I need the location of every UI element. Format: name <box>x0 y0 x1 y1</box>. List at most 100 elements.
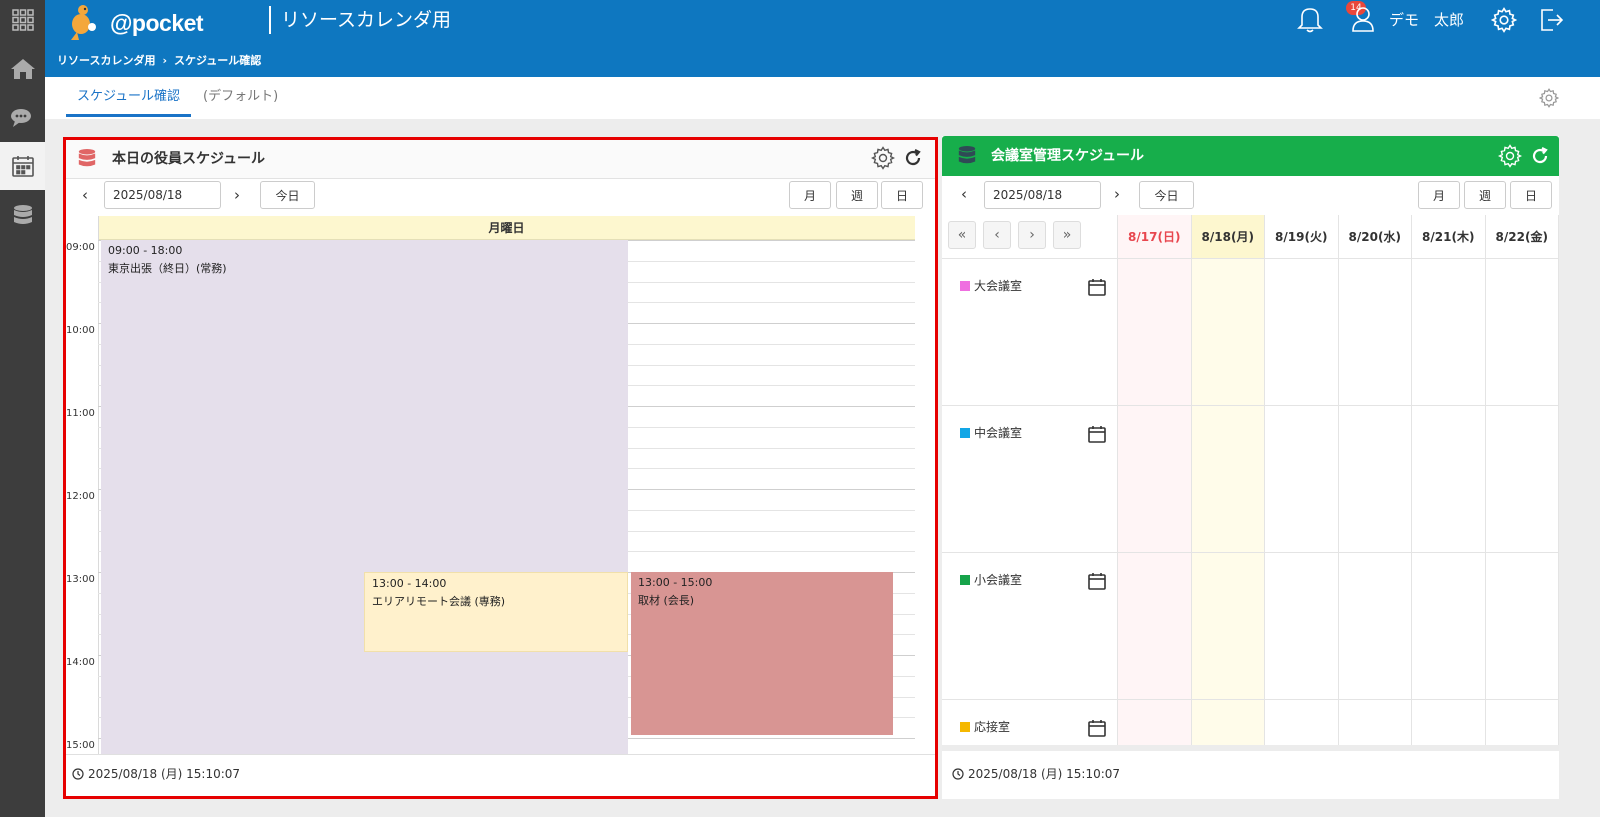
chat-icon[interactable] <box>0 94 45 142</box>
event-block[interactable]: 13:00 - 14:00 エリアリモート会議 (専務) <box>364 572 628 652</box>
schedule-cell[interactable] <box>1338 406 1412 553</box>
next-button[interactable]: › <box>1114 185 1120 203</box>
schedule-cell[interactable] <box>1338 553 1412 700</box>
room-label: 応接室 <box>960 718 1010 735</box>
meeting-room-schedule-widget: 会議室管理スケジュール ‹ 2025/08/18 › 今日 月 週 日 « ‹ … <box>942 136 1559 799</box>
breadcrumb-item[interactable]: リソースカレンダ用 <box>57 54 155 67</box>
event-title: 取材 (会長) <box>638 594 695 607</box>
schedule-cell[interactable] <box>1118 259 1192 406</box>
day-column-header[interactable]: 8/18(月) <box>1191 215 1265 259</box>
schedule-cell[interactable] <box>1485 259 1559 406</box>
day-view-button[interactable]: 日 <box>1510 181 1552 209</box>
schedule-cell[interactable] <box>1485 553 1559 700</box>
day-column-header[interactable]: 8/22(金) <box>1485 215 1559 259</box>
schedule-cell[interactable] <box>1191 700 1265 745</box>
user-icon[interactable] <box>1352 6 1374 36</box>
tab-schedule-check[interactable]: スケジュール確認 <box>66 77 191 117</box>
app-title: リソースカレンダ用 <box>269 6 451 34</box>
schedule-cell[interactable] <box>1485 406 1559 553</box>
month-view-button[interactable]: 月 <box>1418 181 1460 209</box>
prev-button[interactable]: ‹ <box>961 185 967 203</box>
schedule-cell[interactable] <box>1412 700 1486 745</box>
refresh-icon[interactable] <box>903 148 923 172</box>
widget-title: 会議室管理スケジュール <box>991 148 1145 164</box>
tab-settings-gear-icon[interactable] <box>1538 88 1560 112</box>
schedule-cell[interactable] <box>1118 553 1192 700</box>
schedule-cell[interactable] <box>1118 406 1192 553</box>
user-name[interactable]: デモ 太郎 <box>1389 9 1464 30</box>
date-input[interactable]: 2025/08/18 <box>104 181 221 209</box>
room-calendar-icon[interactable] <box>1087 571 1107 595</box>
schedule-cell[interactable] <box>1118 700 1192 745</box>
event-block[interactable]: 09:00 - 18:00 東京出張（終日）(常務) <box>101 240 628 754</box>
schedule-cell[interactable] <box>1338 259 1412 406</box>
week-grid: « ‹ › » 8/17(日) 8/18(月) 8/19(火) 8/20(水) 8/21… <box>942 215 1559 745</box>
refresh-icon[interactable] <box>1530 146 1550 170</box>
widget-header: 本日の役員スケジュール <box>66 139 936 179</box>
logo[interactable]: @pocket <box>57 2 217 42</box>
app-grid-icon[interactable] <box>0 0 45 40</box>
room-calendar-icon[interactable] <box>1087 277 1107 301</box>
room-color-swatch <box>960 280 970 291</box>
today-button[interactable]: 今日 <box>260 181 315 209</box>
room-row: 小会議室 <box>942 553 1118 700</box>
bell-icon[interactable] <box>1297 5 1323 37</box>
tab-bar: スケジュール確認 (デフォルト) <box>45 77 1600 119</box>
schedule-cell[interactable] <box>1412 406 1486 553</box>
scrollbar-track[interactable] <box>942 745 1559 751</box>
schedule-cell[interactable] <box>1412 553 1486 700</box>
day-column-header[interactable]: 8/19(火) <box>1265 215 1339 259</box>
room-calendar-icon[interactable] <box>1087 424 1107 448</box>
today-button[interactable]: 今日 <box>1139 181 1194 209</box>
day-view-grid: 月曜日 09:00 10:00 11:00 12:00 13:00 14:00 15:00 … <box>66 216 936 754</box>
time-label: 12:00 <box>66 491 95 502</box>
app-rail <box>0 0 45 817</box>
day-column-header[interactable]: 8/21(木) <box>1412 215 1486 259</box>
schedule-cell[interactable] <box>1265 553 1339 700</box>
logout-icon[interactable] <box>1539 7 1565 37</box>
last-updated: 2025/08/18 (月) 15:10:07 <box>952 765 1120 782</box>
settings-gear-icon[interactable] <box>1490 7 1518 37</box>
schedule-cell[interactable] <box>1191 259 1265 406</box>
event-title: 東京出張（終日）(常務) <box>108 262 227 275</box>
day-column-header[interactable]: 8/20(水) <box>1338 215 1412 259</box>
executive-schedule-widget: 本日の役員スケジュール ‹ 2025/08/18 › 今日 月 週 日 月曜日 … <box>66 139 936 796</box>
prev-button[interactable]: ‹ <box>82 186 88 204</box>
room-calendar-icon[interactable] <box>1087 718 1107 742</box>
breadcrumb-separator: › <box>162 54 167 67</box>
schedule-cell[interactable] <box>1486 700 1559 745</box>
week-view-button[interactable]: 週 <box>836 181 878 209</box>
room-label: 小会議室 <box>960 571 1022 588</box>
week-view-button[interactable]: 週 <box>1464 181 1506 209</box>
last-updated: 2025/08/18 (月) 15:10:07 <box>72 765 240 782</box>
room-color-swatch <box>960 721 970 732</box>
tab-default[interactable]: (デフォルト) <box>203 77 278 117</box>
time-label: 14:00 <box>66 657 95 668</box>
date-input[interactable]: 2025/08/18 <box>984 181 1101 209</box>
event-time: 13:00 - 14:00 <box>372 577 447 590</box>
day-view-button[interactable]: 日 <box>881 181 923 209</box>
event-title: エリアリモート会議 (専務) <box>372 595 506 608</box>
schedule-cell[interactable] <box>1191 406 1265 553</box>
month-view-button[interactable]: 月 <box>789 181 831 209</box>
widget-settings-gear-icon[interactable] <box>1497 144 1523 172</box>
schedule-cell[interactable] <box>1412 259 1486 406</box>
next-button[interactable]: › <box>234 186 240 204</box>
event-time: 13:00 - 15:00 <box>638 576 713 589</box>
schedule-cell[interactable] <box>1339 700 1412 745</box>
schedule-cell[interactable] <box>1265 406 1339 553</box>
database-icon[interactable] <box>0 192 45 240</box>
day-column-header[interactable]: 8/17(日) <box>1118 215 1192 259</box>
schedule-cell[interactable] <box>1265 259 1339 406</box>
schedule-cell[interactable] <box>1265 700 1339 745</box>
schedule-cell[interactable] <box>1191 553 1265 700</box>
widget-title: 本日の役員スケジュール <box>112 151 266 167</box>
home-icon[interactable] <box>0 45 45 93</box>
clock-icon <box>72 767 84 780</box>
event-block[interactable]: 13:00 - 15:00 取材 (会長) <box>631 572 893 735</box>
widget-settings-gear-icon[interactable] <box>870 146 896 174</box>
time-label: 11:00 <box>66 408 95 419</box>
widget-header: 会議室管理スケジュール <box>942 136 1559 176</box>
last-updated-text: 2025/08/18 (月) 15:10:07 <box>88 767 241 781</box>
calendar-icon[interactable] <box>0 142 45 190</box>
